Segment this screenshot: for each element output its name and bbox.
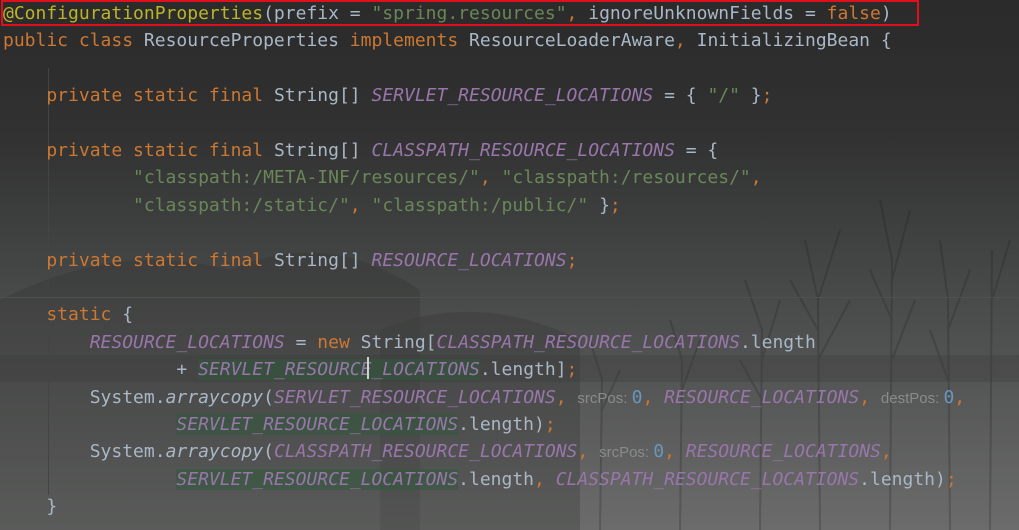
code-token: ,: [577, 441, 600, 463]
code-token: "classpath:/public/": [371, 194, 589, 216]
code-token: System.: [3, 441, 166, 463]
code-token: = {: [674, 140, 719, 161]
code-token: ,: [750, 167, 762, 189]
code-token: ;: [609, 194, 621, 216]
code-line[interactable]: }: [3, 493, 57, 520]
code-token: }: [739, 85, 762, 107]
code-token: (: [263, 386, 274, 408]
code-token: ,: [954, 386, 966, 408]
code-token: }: [588, 194, 610, 216]
text-caret: [367, 357, 369, 379]
parameter-hint: destPos:: [880, 389, 944, 407]
annotation-highlight-box: [1, 0, 919, 26]
code-token: InitializingBean {: [696, 30, 892, 52]
code-token: private static final: [3, 85, 274, 107]
code-token: private static final: [3, 140, 274, 161]
code-token: 0: [653, 441, 665, 463]
code-token: .length]: [479, 359, 567, 381]
code-token: ,: [880, 441, 892, 463]
code-token: SERVLET_RESOURCE_LOCATIONS: [273, 386, 556, 408]
code-token: String[]: [273, 85, 372, 107]
code-token: {: [122, 304, 134, 326]
code-token: CLASSPATH_RESOURCE_LOCATIONS: [555, 468, 860, 490]
code-token: "classpath:/resources/": [501, 167, 751, 189]
code-line[interactable]: SERVLET_RESOURCE_LOCATIONS.length);: [3, 411, 556, 438]
code-line[interactable]: public class ResourceProperties implemen…: [3, 27, 892, 54]
code-token: String[]: [273, 249, 372, 271]
code-token: ,: [555, 386, 578, 408]
code-token: CLASSPATH_RESOURCE_LOCATIONS: [371, 140, 675, 161]
code-token: new: [317, 331, 361, 353]
code-line[interactable]: "classpath:/static/", "classpath:/public…: [3, 192, 621, 219]
code-line[interactable]: private static final String[] CLASSPATH_…: [3, 137, 718, 164]
code-token: .length): [458, 414, 545, 435]
code-token: public class: [3, 30, 144, 52]
code-token: ,: [674, 30, 697, 52]
code-token: SERVLET_RESOURCE_LOCATIONS: [198, 359, 480, 381]
parameter-hint: srcPos:: [599, 444, 654, 462]
code-token: .length): [859, 468, 946, 490]
code-editor[interactable]: @ConfigurationProperties(prefix = "sprin…: [0, 0, 1019, 530]
code-line[interactable]: RESOURCE_LOCATIONS = new String[CLASSPAT…: [3, 329, 816, 356]
code-token: ,: [349, 194, 372, 216]
code-token: = {: [653, 85, 708, 107]
code-token: System.: [3, 386, 166, 408]
code-line[interactable]: "classpath:/META-INF/resources/", "class…: [3, 164, 762, 191]
code-line[interactable]: System.arraycopy(SERVLET_RESOURCE_LOCATI…: [3, 384, 965, 411]
code-token: "classpath:/static/": [133, 194, 350, 216]
code-token: static: [3, 304, 123, 326]
code-token: String[: [360, 331, 437, 353]
code-token: SERVLET_RESOURCE_LOCATIONS: [176, 468, 459, 490]
code-line[interactable]: SERVLET_RESOURCE_LOCATIONS.length, CLASS…: [3, 466, 957, 493]
code-token: SERVLET_RESOURCE_LOCATIONS: [176, 414, 459, 435]
code-token: ResourceProperties: [143, 30, 350, 52]
code-token: RESOURCE_LOCATIONS: [89, 331, 285, 353]
code-token: ,: [479, 167, 502, 189]
code-token: .length: [458, 468, 535, 490]
code-token: ;: [945, 468, 957, 490]
code-token: ,: [664, 441, 686, 463]
code-token: "/": [707, 85, 740, 107]
code-token: private static final: [3, 249, 274, 271]
code-line[interactable]: + SERVLET_RESOURCE_LOCATIONS.length];: [3, 356, 577, 383]
code-token: arraycopy: [165, 441, 264, 463]
code-token: .length: [739, 331, 816, 353]
code-token: implements: [349, 30, 470, 52]
code-token: (: [263, 441, 274, 463]
code-token: ;: [761, 85, 773, 107]
code-token: RESOURCE_LOCATIONS: [664, 386, 860, 408]
code-token: ;: [566, 249, 578, 271]
code-token: ;: [566, 359, 578, 381]
code-token: String[]: [273, 140, 372, 161]
code-token: +: [3, 359, 199, 381]
code-token: ResourceLoaderAware: [469, 30, 675, 52]
code-line[interactable]: static {: [3, 301, 133, 328]
code-token: ;: [544, 414, 556, 435]
code-token: =: [284, 331, 318, 353]
code-token: ,: [859, 386, 881, 408]
code-token: RESOURCE_LOCATIONS: [685, 441, 881, 463]
code-line[interactable]: System.arraycopy(CLASSPATH_RESOURCE_LOCA…: [3, 438, 892, 465]
code-token: CLASSPATH_RESOURCE_LOCATIONS: [436, 331, 740, 353]
code-line[interactable]: private static final String[] RESOURCE_L…: [3, 247, 577, 274]
code-token: SERVLET_RESOURCE_LOCATIONS: [371, 85, 654, 107]
code-token: ,: [642, 386, 665, 408]
code-token: 0: [631, 386, 643, 408]
code-token: 0: [943, 386, 955, 408]
code-token: arraycopy: [165, 386, 264, 408]
code-token: RESOURCE_LOCATIONS: [371, 249, 567, 271]
code-token: "classpath:/META-INF/resources/": [133, 167, 480, 189]
code-token: CLASSPATH_RESOURCE_LOCATIONS: [273, 441, 578, 463]
code-line[interactable]: private static final String[] SERVLET_RE…: [3, 82, 772, 109]
code-token: ,: [534, 468, 556, 490]
parameter-hint: srcPos:: [577, 389, 632, 407]
code-token: }: [3, 496, 58, 518]
